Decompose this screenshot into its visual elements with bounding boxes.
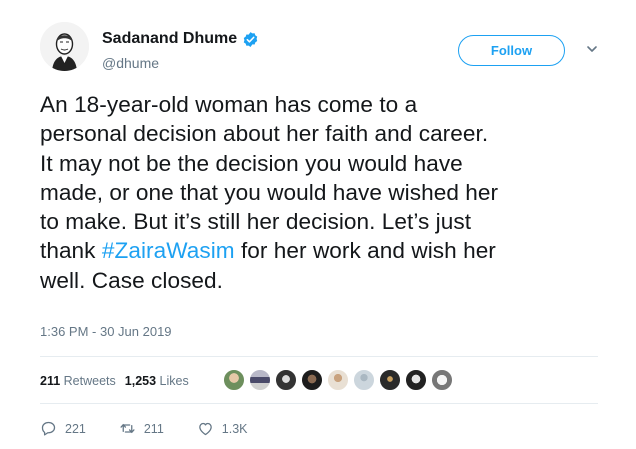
- like-button[interactable]: 1.3K: [197, 420, 248, 437]
- author-avatar[interactable]: [40, 22, 89, 71]
- liker-avatar[interactable]: [405, 369, 427, 391]
- divider: [40, 356, 598, 357]
- tweet-text-segment: for her work and wish her: [234, 238, 496, 264]
- liker-avatar[interactable]: [301, 369, 323, 391]
- tweet-header: Sadanand Dhume @dhume Follow: [40, 22, 620, 78]
- author-handle[interactable]: @dhume: [102, 55, 159, 71]
- tweet-stats: 211 Retweets 1,253 Likes: [40, 374, 198, 388]
- retweets-stat[interactable]: 211 Retweets: [40, 374, 116, 388]
- likes-stat-count: 1,253: [124, 374, 157, 388]
- tweet-line: It may not be the decision you would hav…: [40, 150, 463, 176]
- liker-avatar[interactable]: [431, 369, 453, 391]
- retweet-icon: [120, 423, 135, 434]
- tweet-line: well. Case closed.: [40, 267, 223, 293]
- reply-button[interactable]: 221: [40, 420, 86, 437]
- tweet-line: personal decision about her faith and ca…: [40, 121, 489, 147]
- tweet-text-segment: thank: [40, 238, 102, 264]
- liker-avatar[interactable]: [379, 369, 401, 391]
- tweet-line: thank #ZairaWasim for her work and wish …: [40, 236, 610, 265]
- liker-avatars: [223, 369, 457, 391]
- tweet-line: An 18-year-old woman has come to a: [40, 92, 418, 117]
- tweet-line: to make. But it’s still her decision. Le…: [40, 209, 472, 235]
- retweets-stat-label: Retweets: [63, 374, 116, 388]
- liker-avatar[interactable]: [275, 369, 297, 391]
- like-count: 1.3K: [221, 421, 248, 436]
- verified-badge-icon: [242, 31, 259, 48]
- reply-count: 221: [65, 421, 86, 436]
- divider: [40, 403, 598, 404]
- tweet-timestamp[interactable]: 1:36 PM - 30 Jun 2019: [40, 324, 172, 339]
- likes-stat-label: Likes: [159, 374, 189, 388]
- author-name-row[interactable]: Sadanand Dhume: [102, 30, 259, 48]
- chevron-down-icon[interactable]: [585, 42, 599, 56]
- retweet-count: 211: [143, 421, 164, 436]
- retweet-button[interactable]: 211: [119, 420, 164, 437]
- likes-stat[interactable]: 1,253 Likes: [125, 374, 189, 388]
- hashtag-link[interactable]: #ZairaWasim: [102, 238, 235, 263]
- author-display-name[interactable]: Sadanand Dhume: [102, 30, 237, 48]
- retweets-stat-count: 211: [40, 374, 61, 388]
- heart-icon: [198, 422, 212, 436]
- liker-avatar[interactable]: [353, 369, 375, 391]
- reply-icon: [41, 421, 56, 436]
- liker-avatar[interactable]: [223, 369, 245, 391]
- tweet-line: made, or one that you would have wished …: [40, 179, 499, 205]
- liker-avatar[interactable]: [327, 369, 349, 391]
- follow-button[interactable]: Follow: [458, 35, 565, 66]
- liker-avatar[interactable]: [249, 369, 271, 391]
- tweet-text: An 18-year-old woman has come to a perso…: [40, 90, 610, 295]
- tweet-actions: 221 211 1.3K: [40, 420, 281, 437]
